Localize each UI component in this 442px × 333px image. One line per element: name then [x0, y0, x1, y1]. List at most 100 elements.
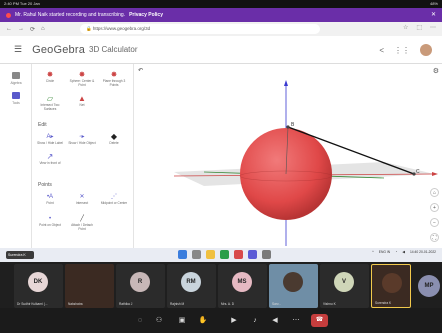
participant-tile[interactable]: Nakshatra [65, 264, 114, 308]
clock[interactable]: 14:40 20-01-2022 [410, 250, 436, 254]
mic-icon[interactable]: ♪ [249, 315, 261, 327]
avatar[interactable]: MP [418, 275, 440, 297]
calculator-icon [12, 72, 20, 79]
apps-grid-icon[interactable]: ⋮⋮ [394, 46, 410, 55]
hand-icon[interactable]: ✋ [197, 315, 209, 327]
tool-midpoint[interactable]: ⋰ Midpoint or Center [100, 192, 128, 206]
settings-icon[interactable] [262, 250, 271, 259]
hamburger-menu-icon[interactable]: ☰ [14, 44, 22, 55]
home-icon[interactable]: ⌂ [41, 26, 45, 32]
share-icon[interactable]: < [379, 46, 384, 55]
tool-net[interactable]: ▲ Net [68, 94, 96, 108]
tool-point-on-object[interactable]: • Point on Object [36, 214, 64, 228]
status-bar: 2:40 PM Tue 20 Jan 48% [0, 0, 442, 8]
participant-name: Sarv... [272, 302, 281, 306]
participant-name: Rathika J [119, 302, 133, 306]
gear-icon[interactable]: ⚙ [433, 67, 439, 75]
search-icon[interactable] [192, 250, 201, 259]
tool-intersect-surfaces[interactable]: ▱ Intersect Two Surfaces [36, 94, 64, 111]
participant-tile[interactable]: MS Mrs. A. D [218, 264, 267, 308]
avatar[interactable] [420, 44, 432, 56]
start-icon[interactable] [178, 250, 187, 259]
zoom-out-icon[interactable]: − [430, 218, 439, 227]
status-time: 2:40 PM Tue 20 Jan [4, 1, 40, 6]
hang-up-button[interactable]: ☎ [311, 314, 328, 327]
participant-name: Vishnu K [323, 302, 336, 306]
chat-icon[interactable]: ◌ [134, 315, 146, 327]
star-icon[interactable]: ☆ [403, 24, 408, 31]
participant-name: Mrs. A. D [221, 302, 235, 306]
address-bar[interactable]: 🔒 https://www.geogebra.org/3d [80, 24, 320, 34]
zoom-in-icon[interactable]: + [430, 203, 439, 212]
tools-panel: ✸ Circle ✸ Sphere: Center & Point ✸ Plan… [32, 64, 163, 248]
browser-icon[interactable] [220, 250, 229, 259]
meeting-controls: ◌ ⚇ ▣ ✋ ▶ ♪ ◀ ⋯ ☎ [0, 308, 442, 333]
tool-circle[interactable]: ✸ Circle [36, 70, 64, 84]
tool-sphere[interactable]: ✸ Sphere: Center & Point [68, 70, 96, 87]
participant-name: Dr Sudhir Kulkarni (... [17, 302, 48, 306]
speaker-icon[interactable]: ◀ [269, 315, 281, 327]
menu-dots-icon[interactable]: ⋯ [430, 24, 436, 31]
app-header: ☰ GeoGebra 3D Calculator < ⋮⋮ [0, 36, 442, 64]
recording-icon [6, 12, 11, 18]
nav-tools[interactable]: Tools [4, 92, 28, 105]
explorer-icon[interactable] [206, 250, 215, 259]
fullscreen-icon[interactable]: ⛶ [430, 233, 439, 242]
app-icon[interactable] [234, 250, 243, 259]
chevron-up-icon[interactable]: ^ [372, 250, 374, 254]
browser-toolbar: ← → ⟳ ⌂ 🔒 https://www.geogebra.org/3d ☆ … [0, 22, 442, 36]
section-points: Points [38, 182, 52, 188]
z-arrow [284, 80, 288, 86]
undo-icon[interactable]: ↶ [138, 67, 143, 74]
participant-tile[interactable]: RM Rajnish M [167, 264, 216, 308]
participant-tile[interactable]: R Rathika J [116, 264, 165, 308]
participant-name: Nakshatra [68, 302, 83, 306]
avatar: R [130, 272, 150, 292]
participant-tile[interactable]: DK Dr Sudhir Kulkarni (... [14, 264, 63, 308]
app-subtitle: 3D Calculator [89, 45, 138, 54]
recording-banner: Mr. Rahul Naik started recording and tra… [0, 8, 442, 22]
point-b[interactable] [286, 125, 290, 129]
lang-indicator[interactable]: ENG IN [379, 250, 390, 254]
volume-icon[interactable]: ◀ [402, 250, 405, 254]
tool-delete[interactable]: ◆ Delete [100, 132, 128, 146]
avatar: RM [181, 272, 201, 292]
tool-plane[interactable]: ✸ Plane through 3 Points [100, 70, 128, 87]
tool-show-hide-label[interactable]: A▸ Show / Hide Label [36, 132, 64, 146]
teams-icon[interactable] [248, 250, 257, 259]
close-icon[interactable]: ✕ [431, 8, 436, 22]
presenter-chip[interactable]: Surendra K [6, 251, 34, 259]
point-c-label: C [416, 169, 420, 175]
extensions-icon[interactable]: ⬚ [416, 24, 422, 31]
participant-name: Rajnish M [170, 302, 185, 306]
taskbar: Surendra K ^ ENG IN ◔ ◀ 14:40 20-01-2022 [0, 248, 442, 262]
participant-tile-active[interactable]: Surendra K [371, 264, 411, 308]
participants-strip: DK Dr Sudhir Kulkarni (... Nakshatra R R… [0, 262, 442, 308]
participant-tile[interactable]: V Vishnu K [320, 264, 369, 308]
avatar: V [334, 272, 354, 292]
scene-3d: B C [173, 80, 438, 246]
screen: 2:40 PM Tue 20 Jan 48% Mr. Rahul Naik st… [0, 0, 442, 333]
point-b-label: B [291, 122, 295, 128]
back-icon[interactable]: ← [6, 26, 12, 32]
nav-algebra[interactable]: Algebra [4, 72, 28, 85]
home-view-icon[interactable]: ⌂ [430, 188, 439, 197]
avatar: MS [232, 272, 252, 292]
tool-show-hide-object[interactable]: ◦▸ Show / Hide Object [68, 132, 96, 146]
privacy-policy-link[interactable]: Privacy Policy [129, 8, 163, 22]
wifi-icon[interactable]: ◔ [395, 250, 397, 254]
tool-intersect[interactable]: ✕ Intersect [68, 192, 96, 206]
camera-icon[interactable]: ▶ [228, 315, 240, 327]
graphics-3d-view[interactable]: ↶ ⚙ B C ⌂ + − ⛶ [134, 64, 442, 248]
tool-point[interactable]: •A Point [36, 192, 64, 206]
participant-tile[interactable]: Sarv... [269, 264, 318, 308]
people-icon[interactable]: ⚇ [153, 315, 165, 327]
forward-icon[interactable]: → [18, 26, 24, 32]
tool-view-in-front[interactable]: ↗ View in front of [36, 152, 64, 166]
reload-icon[interactable]: ⟳ [30, 26, 35, 33]
battery-level: 48% [429, 1, 438, 6]
tool-attach-detach[interactable]: ╱ Attach / Detach Point [68, 214, 96, 231]
more-icon[interactable]: ⋯ [290, 315, 302, 327]
share-screen-icon[interactable]: ▣ [176, 315, 188, 327]
avatar: DK [28, 272, 48, 292]
